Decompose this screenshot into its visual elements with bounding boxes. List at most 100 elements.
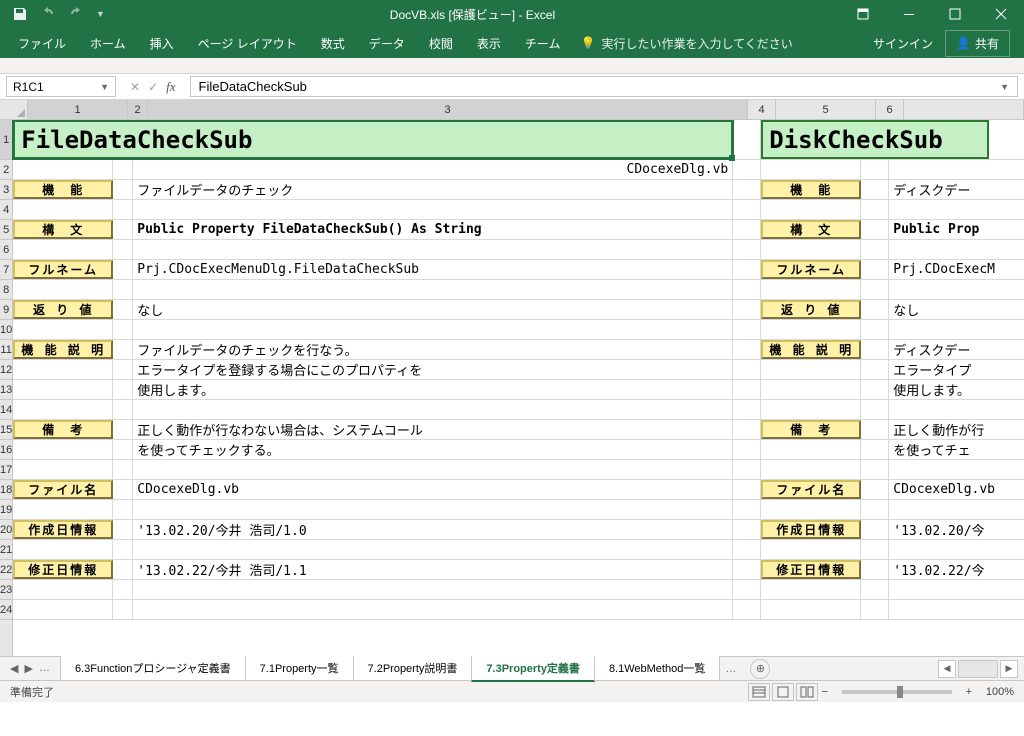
cell[interactable] [861,480,889,499]
cell[interactable] [733,180,761,199]
cell[interactable]: '13.02.20/今 [889,520,1024,539]
tab-page-layout[interactable]: ページ レイアウト [186,28,309,58]
cell[interactable] [113,600,133,619]
cell[interactable]: ファイルデータのチェック [133,180,733,199]
cell[interactable] [733,220,761,239]
cell[interactable] [733,400,761,419]
cell[interactable] [861,320,889,339]
maximize-button[interactable] [932,0,978,28]
cell[interactable] [13,240,113,259]
cell[interactable] [13,600,113,619]
cell[interactable] [861,220,889,239]
row-header[interactable]: 6 [0,240,12,260]
cell[interactable] [733,460,761,479]
cell[interactable] [113,460,133,479]
cell[interactable]: Public Prop [889,220,1024,239]
cell[interactable] [113,560,133,579]
cell[interactable] [113,260,133,279]
cell[interactable] [761,540,861,559]
tab-more-icon[interactable]: … [719,663,742,675]
cell[interactable] [733,440,761,459]
row-header[interactable]: 14 [0,400,12,420]
row-header[interactable]: 4 [0,200,12,220]
cell[interactable] [13,460,113,479]
cell[interactable]: '13.02.22/今 [889,560,1024,579]
cell[interactable] [13,200,113,219]
cell[interactable] [733,120,761,159]
tab-view[interactable]: 表示 [465,28,513,58]
cell[interactable]: エラータイプ [889,360,1024,379]
cell[interactable] [113,520,133,539]
cell[interactable] [761,200,861,219]
tab-home[interactable]: ホーム [78,28,138,58]
cell[interactable] [133,240,733,259]
row-header[interactable]: 1 [0,120,12,160]
ribbon-display-icon[interactable] [840,0,886,28]
cell[interactable] [733,580,761,599]
cell-label[interactable]: 備 考 [761,420,861,439]
cell-title[interactable]: DiskCheckSub [761,120,989,159]
cell[interactable]: ディスクデー [889,180,1024,199]
cell-title[interactable]: FileDataCheckSub [13,120,733,159]
cell[interactable] [861,560,889,579]
cell[interactable] [761,600,861,619]
cell[interactable] [133,320,733,339]
row-header[interactable]: 2 [0,160,12,180]
cell[interactable] [733,300,761,319]
cell[interactable] [13,440,113,459]
cell[interactable] [733,360,761,379]
cell[interactable] [761,400,861,419]
row-header[interactable]: 7 [0,260,12,280]
tab-data[interactable]: データ [357,28,417,58]
cell[interactable] [133,280,733,299]
cell[interactable] [113,280,133,299]
cell[interactable] [861,280,889,299]
cell[interactable] [733,160,761,179]
cell-label[interactable]: 構 文 [761,220,861,239]
cell[interactable]: Public Property FileDataCheckSub() As St… [133,220,733,239]
cell[interactable] [733,420,761,439]
cell[interactable] [133,200,733,219]
cell[interactable] [761,160,861,179]
cell[interactable] [113,200,133,219]
cell[interactable] [133,600,733,619]
save-icon[interactable] [12,6,28,22]
redo-icon[interactable] [68,6,84,22]
formula-input[interactable]: FileDataCheckSub ▼ [190,76,1018,97]
row-header[interactable]: 8 [0,280,12,300]
cell[interactable] [113,380,133,399]
cell[interactable] [889,600,1024,619]
close-button[interactable] [978,0,1024,28]
cell[interactable] [889,320,1024,339]
tab-review[interactable]: 校閲 [417,28,465,58]
cell[interactable] [113,500,133,519]
scrollbar-track[interactable] [958,660,998,678]
col-header[interactable]: 6 [876,100,904,119]
cell[interactable] [113,420,133,439]
cell-label[interactable]: フルネーム [13,260,113,279]
cell[interactable] [861,460,889,479]
row-header[interactable]: 10 [0,320,12,340]
tab-nav-more-icon[interactable]: … [39,662,50,675]
cell[interactable] [13,540,113,559]
cell[interactable] [733,560,761,579]
cell-label[interactable]: ファイル名 [13,480,113,499]
cell-label[interactable]: 機 能 説 明 [13,340,113,359]
tab-insert[interactable]: 挿入 [138,28,186,58]
cell[interactable] [133,460,733,479]
cell[interactable] [133,580,733,599]
cell[interactable] [761,500,861,519]
cell-label[interactable]: ファイル名 [761,480,861,499]
cell[interactable]: CDocexeDlg.vb [133,160,733,179]
cell[interactable] [861,200,889,219]
cell[interactable] [761,460,861,479]
cell[interactable] [733,340,761,359]
sheet-tab[interactable]: 8.1WebMethod一覧 [594,656,720,681]
sheet-tab[interactable]: 6.3Functionプロシージャ定義書 [60,656,246,681]
cell[interactable] [761,360,861,379]
name-box[interactable]: R1C1 ▼ [6,76,116,97]
view-page-break-button[interactable] [796,683,818,701]
scroll-left-button[interactable]: ◀ [938,660,956,678]
cell[interactable] [733,240,761,259]
cell[interactable] [861,540,889,559]
